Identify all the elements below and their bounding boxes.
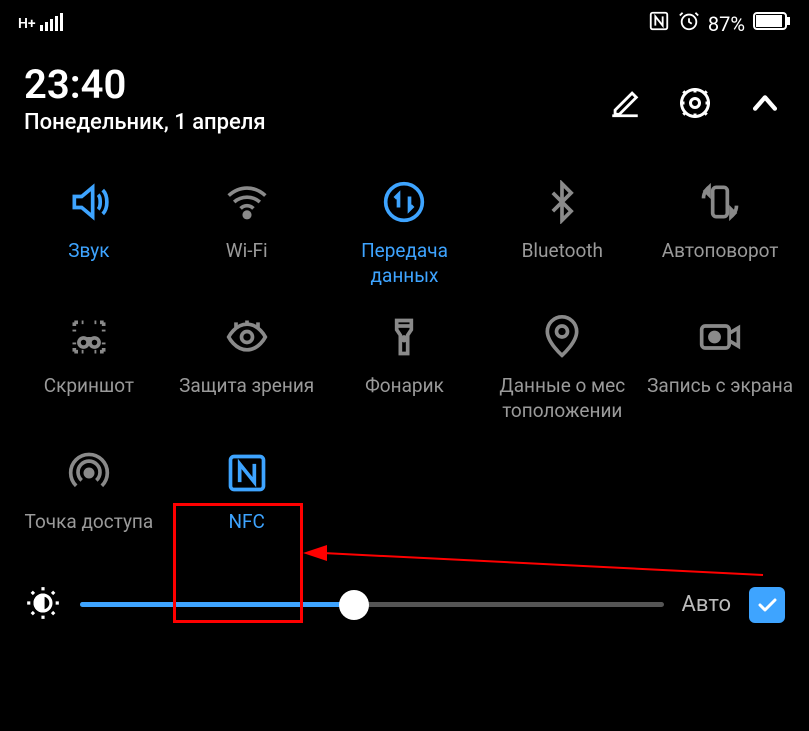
screenshot-icon (64, 312, 114, 362)
tile-label: Защита зрения (179, 374, 314, 422)
bluetooth-icon (537, 177, 587, 227)
quick-settings-grid: Звук Wi-Fi Передача данных Bluet (0, 141, 809, 568)
battery-pct-label: 87% (708, 12, 745, 36)
battery-icon (753, 11, 791, 36)
tile-eye-comfort[interactable]: Защита зрения (168, 312, 326, 423)
signal-icon (40, 11, 68, 36)
tile-nfc[interactable]: NFC (168, 448, 326, 558)
panel-header: 23:40 Понедельник, 1 апреля (0, 47, 809, 141)
hotspot-icon (64, 448, 114, 498)
status-bar: H+ 87% (0, 0, 809, 47)
tile-screenshot[interactable]: Скриншот (10, 312, 168, 423)
auto-brightness-label: Авто (682, 592, 731, 617)
tile-bluetooth[interactable]: Bluetooth (483, 177, 641, 288)
nfc-status-icon (648, 10, 670, 37)
nfc-icon (222, 448, 272, 498)
clock-date: Понедельник, 1 апреля (24, 110, 266, 135)
network-type-label: H+ (18, 16, 36, 32)
sound-icon (64, 177, 114, 227)
flashlight-icon (379, 312, 429, 362)
tile-label: Запись с экрана (647, 374, 793, 422)
tile-label: Звук (68, 239, 109, 287)
clock-time: 23:40 (24, 61, 266, 108)
tile-screen-record[interactable]: Запись с экрана (641, 312, 799, 423)
tile-location[interactable]: Данные о мес тоположении (483, 312, 641, 423)
tile-label: Фонарик (365, 374, 444, 422)
tile-label: Точка доступа (25, 510, 154, 558)
alarm-icon (678, 10, 700, 37)
eye-icon (222, 312, 272, 362)
tile-label: Скриншот (44, 374, 134, 422)
location-icon (537, 312, 587, 362)
collapse-button[interactable] (745, 83, 785, 123)
tile-label: Данные о мес тоположении (483, 374, 641, 423)
tile-label: NFC (228, 510, 264, 558)
tile-mobile-data[interactable]: Передача данных (326, 177, 484, 288)
brightness-row: Авто (0, 568, 809, 638)
screen-record-icon (695, 312, 745, 362)
edit-button[interactable] (605, 83, 645, 123)
autorotate-icon (695, 177, 745, 227)
tile-label: Wi-Fi (226, 239, 268, 287)
settings-button[interactable] (675, 83, 715, 123)
tile-hotspot[interactable]: Точка доступа (10, 448, 168, 558)
tile-autorotate[interactable]: Автоповорот (641, 177, 799, 288)
tile-sound[interactable]: Звук (10, 177, 168, 288)
tile-label: Передача данных (326, 239, 484, 288)
tile-label: Автоповорот (662, 239, 779, 287)
tile-wifi[interactable]: Wi-Fi (168, 177, 326, 288)
mobile-data-icon (379, 177, 429, 227)
brightness-icon (24, 584, 62, 626)
wifi-icon (222, 177, 272, 227)
tile-flashlight[interactable]: Фонарик (326, 312, 484, 423)
brightness-slider[interactable] (80, 602, 664, 607)
auto-brightness-checkbox[interactable] (749, 587, 785, 623)
tile-label: Bluetooth (522, 239, 603, 287)
